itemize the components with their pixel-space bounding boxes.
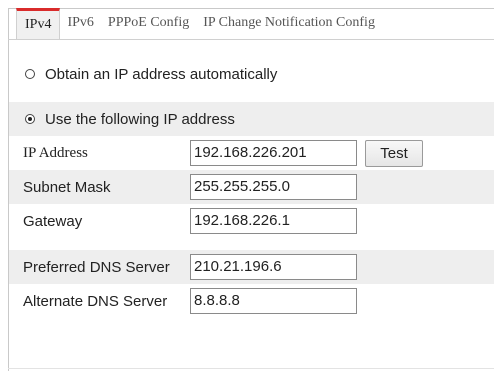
use-following-option[interactable]: Use the following IP address	[9, 102, 494, 136]
ipv4-settings-form: Obtain an IP address automatically Use t…	[9, 58, 494, 318]
obtain-auto-label: Obtain an IP address automatically	[45, 65, 278, 83]
tab-ipv4[interactable]: IPv4	[16, 8, 61, 39]
gateway-row: Gateway 192.168.226.1	[9, 204, 494, 238]
use-following-radio[interactable]	[25, 114, 35, 124]
alternate-dns-label: Alternate DNS Server	[23, 292, 168, 310]
subnet-mask-input[interactable]: 255.255.255.0	[190, 174, 357, 200]
ip-address-label: IP Address	[23, 144, 88, 161]
tab-pppoe-config[interactable]: PPPoE Config	[101, 8, 196, 39]
obtain-auto-radio[interactable]	[25, 69, 35, 79]
gateway-input[interactable]: 192.168.226.1	[190, 208, 357, 234]
ip-address-input[interactable]: 192.168.226.201	[190, 140, 357, 166]
use-following-label: Use the following IP address	[45, 110, 235, 128]
gateway-label: Gateway	[23, 212, 83, 230]
subnet-mask-row: Subnet Mask 255.255.255.0	[9, 170, 494, 204]
ip-address-row: IP Address 192.168.226.201 Test	[9, 136, 494, 170]
obtain-auto-option[interactable]: Obtain an IP address automatically	[9, 58, 494, 90]
tab-ipv6[interactable]: IPv6	[60, 8, 100, 39]
test-button[interactable]: Test	[365, 139, 423, 167]
preferred-dns-row: Preferred DNS Server 210.21.196.6	[9, 250, 494, 284]
tab-bar: IPv4 IPv6 PPPoE Config IP Change Notific…	[8, 8, 494, 40]
preferred-dns-label: Preferred DNS Server	[23, 258, 170, 276]
alternate-dns-input[interactable]: 8.8.8.8	[190, 288, 357, 314]
tab-ip-change-notification[interactable]: IP Change Notification Config	[196, 8, 382, 39]
preferred-dns-input[interactable]: 210.21.196.6	[190, 254, 357, 280]
divider	[8, 368, 494, 369]
alternate-dns-row: Alternate DNS Server 8.8.8.8	[9, 284, 494, 318]
subnet-mask-label: Subnet Mask	[23, 178, 111, 196]
